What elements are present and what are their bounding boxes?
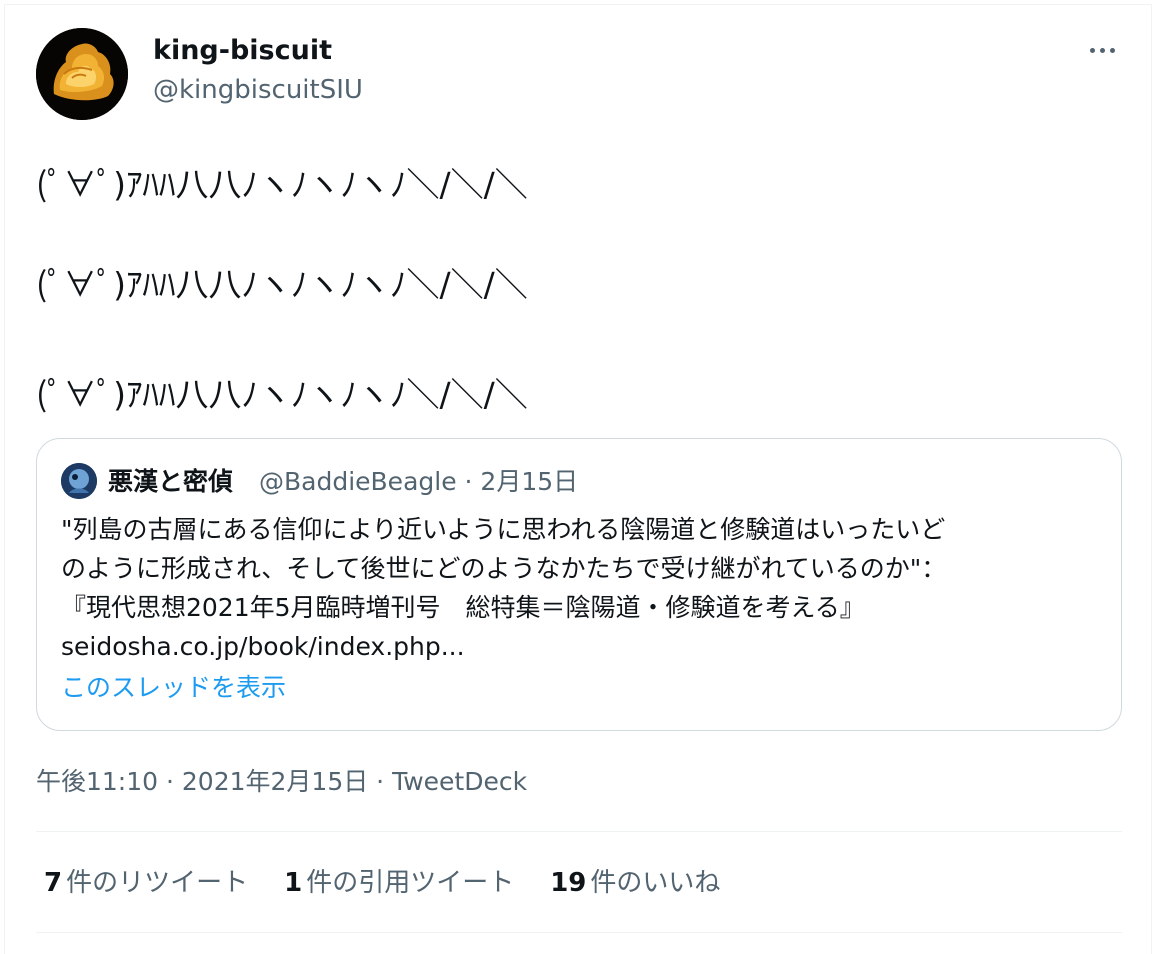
stat-count: 1 xyxy=(284,868,303,898)
stat-count: 7 xyxy=(44,868,63,898)
retweets-count[interactable]: 7 件のリツイート xyxy=(44,866,248,900)
more-horizontal-icon[interactable] xyxy=(1086,34,1120,66)
quoted-author-avatar xyxy=(61,463,97,499)
quoted-text-line: "列島の古層にある信仰により近いように思われる陰陽道と修験道はいったいど xyxy=(61,515,946,544)
show-thread-link[interactable]: このスレッドを表示 xyxy=(61,671,286,705)
author-name[interactable]: king-biscuit xyxy=(153,33,332,69)
tweet-text-line: (ﾟ∀ﾟ)ｱﾊﾊ八八ﾉヽﾉヽﾉヽﾉ＼/＼/＼ xyxy=(36,165,528,204)
author-handle[interactable]: @kingbiscuitSIU xyxy=(153,72,363,108)
stat-label: 件のいいね xyxy=(590,868,721,898)
stat-label: 件のリツイート xyxy=(66,868,249,898)
quoted-tweet-card[interactable]: 悪漢と密偵 @BaddieBeagle · 2月15日 "列島の古層にある信仰に… xyxy=(36,438,1122,731)
likes-count[interactable]: 19 件のいいね xyxy=(550,866,720,900)
divider xyxy=(36,831,1122,832)
author-avatar[interactable] xyxy=(36,28,128,120)
stat-count: 19 xyxy=(550,868,587,898)
tweet-stats: 7 件のリツイート 1 件の引用ツイート 19 件のいいね xyxy=(44,866,756,900)
tweet-text-line: (ﾟ∀ﾟ)ｱﾊﾊ八八ﾉヽﾉヽﾉヽﾉ＼/＼/＼ xyxy=(36,375,528,414)
tweet-text-line: (ﾟ∀ﾟ)ｱﾊﾊ八八ﾉヽﾉヽﾉヽﾉ＼/＼/＼ xyxy=(36,265,528,304)
quote-tweets-count[interactable]: 1 件の引用ツイート xyxy=(284,866,514,900)
quoted-link-text: seidosha.co.jp/book/index.php... xyxy=(61,632,465,661)
tweet-timestamp[interactable]: 午後11:10 · 2021年2月15日 · TweetDeck xyxy=(36,765,527,799)
stat-label: 件の引用ツイート xyxy=(306,868,515,898)
quoted-text-line: 『現代思想2021年5月臨時増刊号 総特集＝陰陽道・修験道を考える』 xyxy=(61,593,865,622)
quoted-author-handle: @BaddieBeagle · 2月15日 xyxy=(259,467,579,496)
quoted-text-line: のように形成され、そして後世にどのようなかたちで受け継がれているのか"： xyxy=(61,554,947,583)
quoted-author-name: 悪漢と密偵 xyxy=(108,467,234,496)
divider xyxy=(36,932,1122,933)
